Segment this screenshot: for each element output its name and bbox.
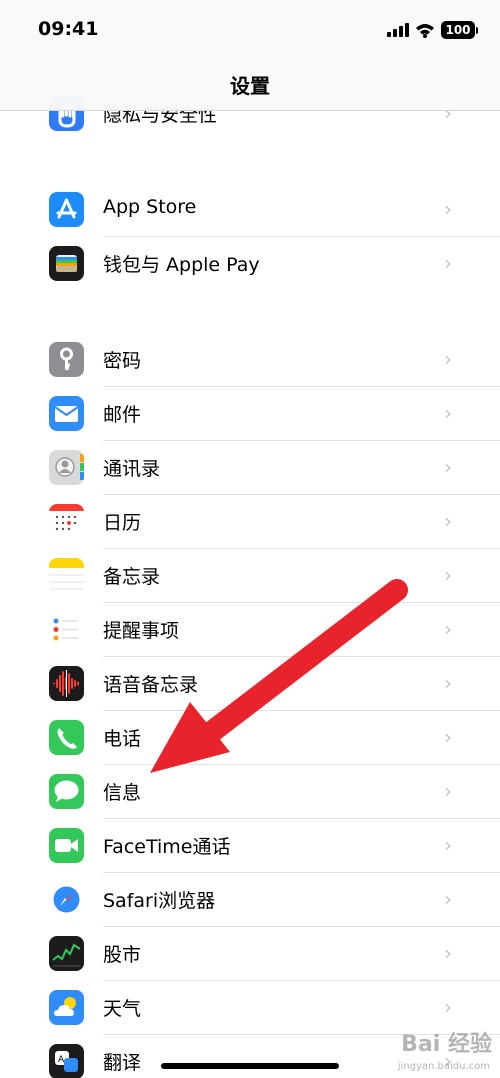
chevron-right-icon: › (444, 509, 452, 533)
cellular-signal-icon (387, 23, 409, 37)
row-label: Safari浏览器 (103, 890, 216, 912)
wifi-icon (416, 23, 434, 38)
watermark-url: jingyan.baidu.com (397, 1061, 490, 1072)
watermark: Bai 经验 (401, 1032, 492, 1057)
settings-row-passwords[interactable]: 密码 › (0, 333, 500, 387)
voice-memos-icon (49, 666, 84, 701)
status-bar: 09:41 100 (0, 0, 500, 62)
messages-icon (49, 774, 84, 809)
row-label: 邮件 (103, 404, 142, 426)
settings-list[interactable]: 隐私与安全性 › App Store › 钱包与 Apple Pay › 密码 (0, 0, 500, 1078)
battery-tip (476, 26, 478, 34)
svg-text:A: A (58, 1055, 65, 1065)
chevron-right-icon: › (444, 995, 452, 1019)
row-label: 通讯录 (103, 458, 161, 480)
reminders-icon (49, 612, 84, 647)
row-label: 语音备忘录 (103, 674, 199, 696)
app-store-icon (49, 192, 84, 227)
row-label: 钱包与 Apple Pay (103, 254, 260, 276)
settings-row-phone[interactable]: 电话 › (0, 711, 500, 765)
chevron-right-icon: › (444, 563, 452, 587)
chevron-right-icon: › (444, 347, 452, 371)
chevron-right-icon: › (444, 887, 452, 911)
chevron-right-icon: › (444, 251, 452, 275)
key-icon (49, 342, 84, 377)
settings-row-messages[interactable]: 信息 › (0, 765, 500, 819)
row-label: App Store (103, 196, 197, 218)
settings-row-mail[interactable]: 邮件 › (0, 387, 500, 441)
facetime-icon (49, 828, 84, 863)
chevron-right-icon: › (444, 779, 452, 803)
chevron-right-icon: › (444, 833, 452, 857)
safari-icon (49, 882, 84, 917)
settings-row-voice-memos[interactable]: 语音备忘录 › (0, 657, 500, 711)
nav-bar: 设置 (0, 62, 500, 111)
mail-icon (49, 396, 84, 431)
settings-row-stocks[interactable]: 股市 › (0, 927, 500, 981)
chevron-right-icon: › (444, 725, 452, 749)
chevron-right-icon: › (444, 197, 452, 221)
home-indicator (161, 1063, 339, 1069)
chevron-right-icon: › (444, 401, 452, 425)
chevron-right-icon: › (444, 617, 452, 641)
status-icons: 100 (387, 19, 478, 41)
row-label: 提醒事项 (103, 620, 180, 642)
wallet-icon (49, 246, 84, 281)
row-label: 电话 (103, 728, 142, 750)
row-label: 日历 (103, 512, 142, 534)
row-label: 备忘录 (103, 566, 161, 588)
row-label: 翻译 (103, 1052, 142, 1074)
phone-icon (49, 720, 84, 755)
battery-icon: 100 (441, 21, 475, 39)
settings-row-contacts[interactable]: 通讯录 › (0, 441, 500, 495)
page-title: 设置 (230, 74, 270, 98)
translate-icon: A (49, 1044, 84, 1078)
row-label: FaceTime通话 (103, 836, 231, 858)
settings-row-calendar[interactable]: 日历 › (0, 495, 500, 549)
status-time: 09:41 (38, 18, 99, 40)
weather-icon (49, 990, 84, 1025)
chevron-right-icon: › (444, 941, 452, 965)
row-label: 密码 (103, 350, 142, 372)
chevron-right-icon: › (444, 671, 452, 695)
row-label: 天气 (103, 998, 142, 1020)
row-label: 信息 (103, 782, 142, 804)
stocks-icon (49, 936, 84, 971)
settings-row-wallet[interactable]: 钱包与 Apple Pay › (0, 237, 500, 291)
chevron-right-icon: › (444, 455, 452, 479)
calendar-icon (49, 504, 84, 539)
settings-row-app-store[interactable]: App Store › (0, 183, 500, 237)
contacts-icon (49, 450, 84, 485)
settings-row-facetime[interactable]: FaceTime通话 › (0, 819, 500, 873)
row-label: 股市 (103, 944, 142, 966)
settings-row-reminders[interactable]: 提醒事项 › (0, 603, 500, 657)
phone-screen: 隐私与安全性 › App Store › 钱包与 Apple Pay › 密码 (0, 0, 500, 1078)
settings-row-notes[interactable]: 备忘录 › (0, 549, 500, 603)
settings-row-safari[interactable]: Safari浏览器 › (0, 873, 500, 927)
notes-icon (49, 558, 84, 593)
